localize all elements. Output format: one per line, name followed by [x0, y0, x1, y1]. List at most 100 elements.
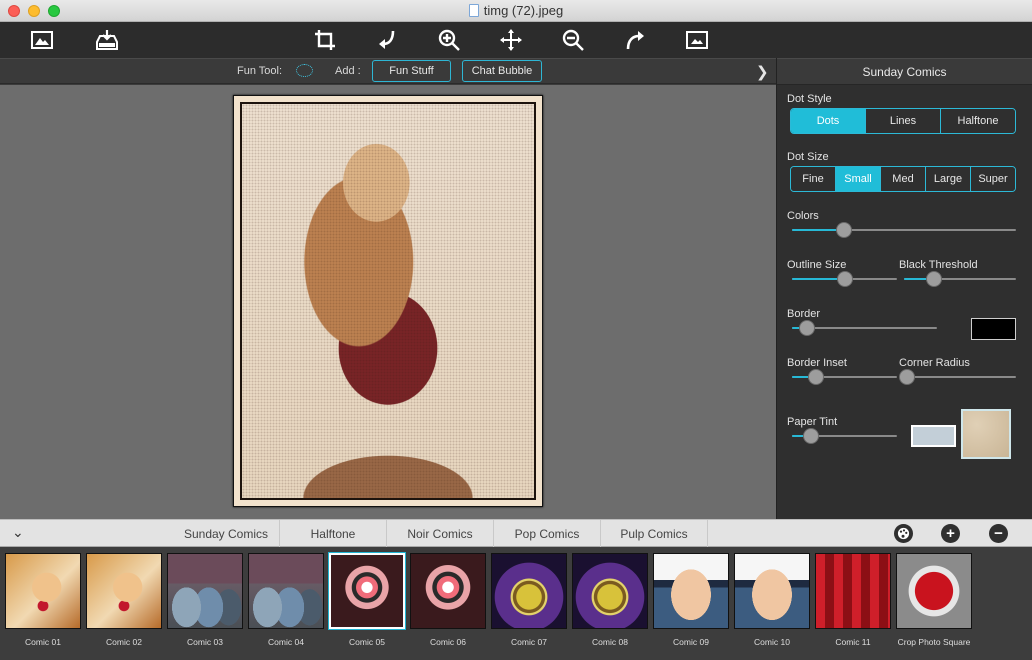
dot-size-fine[interactable]: Fine [791, 167, 835, 191]
crop-button[interactable] [311, 26, 339, 54]
dot-size-small[interactable]: Small [835, 167, 880, 191]
preset-thumbnail[interactable]: Crop Photo Square [896, 553, 972, 653]
preset-thumbnail-label: Comic 10 [754, 637, 790, 647]
tab-pulp-comics[interactable]: Pulp Comics [601, 520, 708, 547]
preset-thumbnail[interactable]: Comic 06 [410, 553, 486, 653]
tab-halftone[interactable]: Halftone [280, 520, 387, 547]
chevron-right-icon[interactable]: ❯ [756, 63, 769, 81]
add-label: Add : [335, 65, 361, 77]
rotate-left-icon [379, 30, 395, 49]
comic-photo-content [240, 102, 536, 500]
image-canvas[interactable] [0, 85, 776, 519]
zoom-in-button[interactable] [435, 26, 463, 54]
corner-radius-label: Corner Radius [899, 357, 970, 369]
style-tab-bar: ⌄ Sunday Comics Halftone Noir Comics Pop… [0, 519, 1032, 547]
fun-stuff-button[interactable]: Fun Stuff [372, 60, 451, 82]
preset-thumbnail-image [86, 553, 162, 629]
black-threshold-slider-knob[interactable] [926, 271, 943, 287]
document-icon [468, 4, 479, 17]
palette-button[interactable] [894, 524, 913, 543]
dot-size-med[interactable]: Med [880, 167, 925, 191]
redo-button[interactable] [621, 26, 649, 54]
tab-pop-comics[interactable]: Pop Comics [494, 520, 601, 547]
preset-thumbnail-image [248, 553, 324, 629]
effect-settings-panel: Sunday Comics Dot Style Dots Lines Halft… [776, 58, 1032, 519]
add-preset-button[interactable]: + [941, 524, 960, 543]
preset-thumbnail-image [815, 553, 891, 629]
dot-style-halftone[interactable]: Halftone [940, 109, 1015, 133]
fit-image-button[interactable] [683, 26, 711, 54]
preset-thumbnail-image [734, 553, 810, 629]
preset-thumbnail-label: Comic 11 [835, 637, 871, 647]
preset-thumbnail[interactable]: Comic 01 [5, 553, 81, 653]
dot-size-large[interactable]: Large [925, 167, 970, 191]
preset-thumbnail[interactable]: Comic 03 [167, 553, 243, 653]
preset-thumbnail[interactable]: Comic 08 [572, 553, 648, 653]
border-slider-knob[interactable] [798, 320, 815, 336]
dot-size-label: Dot Size [787, 151, 829, 163]
crop-icon [315, 30, 335, 50]
border-color-swatch[interactable] [971, 318, 1016, 340]
preset-thumbnail-label: Comic 01 [25, 637, 61, 647]
dot-size-super[interactable]: Super [970, 167, 1015, 191]
open-image-icon [31, 31, 53, 49]
paper-texture-swatch[interactable] [961, 409, 1011, 459]
preset-thumbnail-image [896, 553, 972, 629]
chat-bubble-button[interactable]: Chat Bubble [462, 60, 542, 82]
open-image-button[interactable] [28, 26, 56, 54]
preset-filmstrip: Comic 01 Comic 02 Comic 03 Comic 04 Comic 05… [0, 547, 1032, 660]
colors-label: Colors [787, 210, 819, 222]
corner-radius-slider-knob[interactable] [899, 369, 916, 385]
chevron-down-icon[interactable]: ⌄ [12, 524, 24, 541]
tab-noir-comics[interactable]: Noir Comics [387, 520, 494, 547]
plus-icon: + [946, 525, 955, 542]
dot-style-lines[interactable]: Lines [865, 109, 940, 133]
preset-thumbnail-label: Comic 05 [349, 637, 385, 647]
preset-thumbnail[interactable]: Comic 02 [86, 553, 162, 653]
outline-size-slider[interactable] [792, 271, 897, 287]
zoom-in-icon [438, 29, 460, 51]
tab-sunday-comics[interactable]: Sunday Comics [173, 520, 280, 547]
dot-size-selector: Fine Small Med Large Super [790, 166, 1016, 192]
preset-thumbnail-label: Comic 06 [430, 637, 466, 647]
preset-thumbnail-image [410, 553, 486, 629]
rotate-left-button[interactable] [373, 26, 401, 54]
black-threshold-label: Black Threshold [899, 259, 978, 271]
border-slider[interactable] [792, 320, 937, 336]
black-threshold-slider[interactable] [904, 271, 1016, 287]
remove-preset-button[interactable]: − [989, 524, 1008, 543]
border-inset-slider[interactable] [792, 369, 897, 385]
preset-thumbnail-image [167, 553, 243, 629]
outline-size-slider-knob[interactable] [836, 271, 853, 287]
move-icon [500, 29, 522, 51]
preset-thumbnail-image [329, 553, 405, 629]
colors-slider-knob[interactable] [835, 222, 852, 238]
fit-image-icon [686, 31, 708, 49]
preset-thumbnail-image [5, 553, 81, 629]
fun-tool-lasso-icon[interactable] [296, 64, 313, 77]
app-window: timg (72).jpeg Fun Tool: Add: Fun Stuff… [0, 0, 1032, 660]
preset-thumbnail[interactable]: Comic 11 [815, 553, 891, 653]
save-icon [96, 30, 118, 50]
preset-thumbnail-label: Comic 08 [592, 637, 628, 647]
zoom-out-button[interactable] [559, 26, 587, 54]
preset-thumbnail-image [653, 553, 729, 629]
paper-tint-slider-knob[interactable] [802, 428, 819, 444]
preset-thumbnail[interactable]: Comic 07 [491, 553, 567, 653]
dot-style-dots[interactable]: Dots [791, 109, 865, 133]
colors-slider[interactable] [792, 222, 1016, 238]
preset-thumbnail[interactable]: Comic 10 [734, 553, 810, 653]
corner-radius-slider[interactable] [899, 369, 1016, 385]
border-inset-slider-knob[interactable] [808, 369, 825, 385]
preset-thumbnail[interactable]: Comic 04 [248, 553, 324, 653]
save-button[interactable] [93, 26, 121, 54]
preset-thumbnail-label: Comic 03 [187, 637, 223, 647]
preset-thumbnail-image [491, 553, 567, 629]
preset-thumbnail[interactable]: Comic 05 [329, 553, 405, 653]
preset-thumbnail[interactable]: Comic 09 [653, 553, 729, 653]
preset-thumbnail-label: Comic 09 [673, 637, 709, 647]
outline-size-label: Outline Size [787, 259, 847, 271]
paper-tint-color-swatch[interactable] [911, 425, 956, 447]
move-button[interactable] [497, 26, 525, 54]
paper-tint-slider[interactable] [792, 428, 897, 444]
